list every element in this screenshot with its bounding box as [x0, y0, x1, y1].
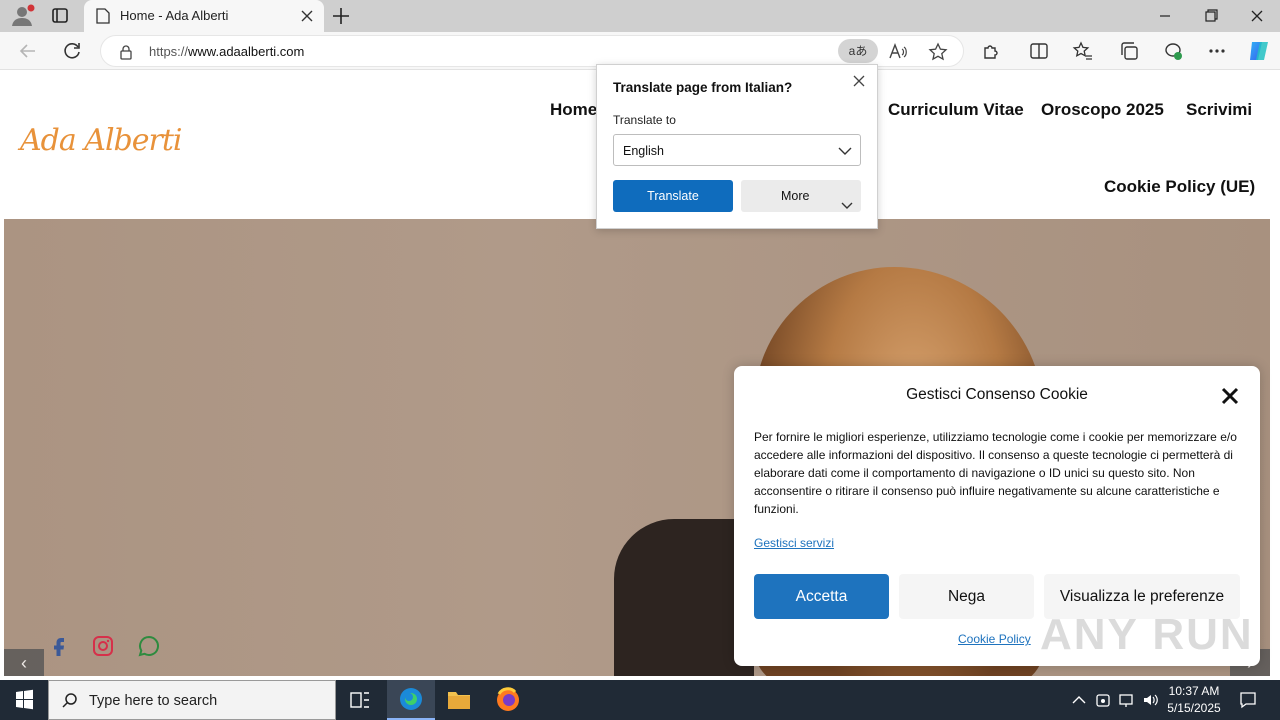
- translate-to-label: Translate to: [613, 113, 676, 127]
- minimize-icon[interactable]: [1142, 0, 1188, 32]
- clock-date: 5/15/2025: [1167, 701, 1221, 715]
- url-text[interactable]: https://www.adaalberti.com: [149, 44, 304, 59]
- browser-essentials-icon[interactable]: [1162, 40, 1184, 62]
- hero-photo-jacket: [614, 519, 754, 676]
- tab-actions-icon[interactable]: [48, 5, 72, 27]
- favorites-icon[interactable]: [1072, 40, 1094, 62]
- tab-title: Home - Ada Alberti: [120, 8, 229, 23]
- collections-icon[interactable]: [1118, 40, 1140, 62]
- taskbar-search[interactable]: Type here to search: [48, 680, 336, 720]
- more-button[interactable]: More: [741, 180, 861, 212]
- chevron-down-icon: [841, 191, 853, 209]
- close-window-icon[interactable]: [1234, 0, 1280, 32]
- watermark-text: ANY RUN: [1040, 610, 1254, 659]
- taskbar-clock[interactable]: 10:37 AM 5/15/2025: [1160, 683, 1228, 717]
- translate-popup: Translate page from Italian? Translate t…: [596, 64, 878, 229]
- browser-titlebar: Home - Ada Alberti: [0, 0, 1280, 32]
- notifications-icon[interactable]: [1238, 690, 1258, 710]
- windows-start-icon[interactable]: [0, 680, 48, 720]
- close-icon[interactable]: [851, 73, 867, 89]
- file-explorer-icon[interactable]: [435, 680, 483, 720]
- split-screen-icon[interactable]: [1028, 40, 1050, 62]
- nav-home[interactable]: Home: [550, 100, 597, 120]
- translate-icon[interactable]: aあ: [838, 39, 878, 63]
- accept-button[interactable]: Accetta: [754, 574, 889, 619]
- address-bar[interactable]: https://www.adaalberti.com aあ: [100, 35, 964, 67]
- show-hidden-icons-chevron-up-icon[interactable]: [1070, 691, 1088, 709]
- restore-icon[interactable]: [1188, 0, 1234, 32]
- target-language-select[interactable]: English: [613, 134, 861, 166]
- instagram-icon[interactable]: [92, 635, 114, 657]
- edge-taskbar-icon[interactable]: [387, 680, 435, 720]
- target-language-value: English: [623, 144, 664, 158]
- network-icon[interactable]: [1118, 691, 1136, 709]
- cookie-policy-link[interactable]: Cookie Policy: [958, 632, 1031, 646]
- cookie-dialog-text: Per fornire le migliori esperienze, util…: [754, 430, 1237, 516]
- extensions-icon[interactable]: [980, 40, 1002, 62]
- firefox-icon[interactable]: [484, 680, 532, 720]
- refresh-icon[interactable]: [60, 39, 84, 63]
- close-icon[interactable]: [1220, 386, 1240, 406]
- windows-taskbar: Type here to search 10:37 AM 5/15/2025: [0, 680, 1280, 720]
- manage-services-link[interactable]: Gestisci servizi: [754, 536, 834, 550]
- new-tab-icon[interactable]: [330, 5, 352, 27]
- task-view-icon[interactable]: [336, 680, 384, 720]
- more-button-label: More: [781, 189, 810, 203]
- more-menu-icon[interactable]: [1206, 40, 1228, 62]
- volume-icon[interactable]: [1142, 691, 1160, 709]
- site-logo[interactable]: Ada Alberti: [20, 123, 182, 158]
- nav-scrivimi[interactable]: Scrivimi: [1186, 100, 1252, 120]
- read-aloud-icon[interactable]: [887, 41, 909, 63]
- translate-button[interactable]: Translate: [613, 180, 733, 212]
- search-icon: [61, 692, 79, 710]
- security-tray-icon[interactable]: [1094, 691, 1112, 709]
- translate-popup-title: Translate page from Italian?: [613, 80, 793, 95]
- whatsapp-icon[interactable]: [138, 635, 160, 657]
- page-icon: [96, 8, 110, 24]
- favorite-star-icon[interactable]: [927, 41, 949, 63]
- nav-cookie-policy[interactable]: Cookie Policy (UE): [1104, 177, 1255, 197]
- deny-button[interactable]: Nega: [899, 574, 1034, 619]
- copilot-icon[interactable]: [1246, 38, 1272, 64]
- slider-prev-arrow[interactable]: ‹: [4, 649, 44, 676]
- nav-curriculum-vitae[interactable]: Curriculum Vitae: [888, 100, 1024, 120]
- browser-tab-active[interactable]: Home - Ada Alberti: [84, 0, 324, 32]
- chevron-down-icon: [838, 145, 852, 155]
- search-placeholder: Type here to search: [89, 693, 218, 709]
- close-tab-icon[interactable]: [298, 7, 316, 25]
- nav-oroscopo[interactable]: Oroscopo 2025: [1041, 100, 1164, 120]
- profile-icon[interactable]: [8, 4, 36, 28]
- back-icon[interactable]: [16, 39, 40, 63]
- lock-icon[interactable]: [119, 44, 133, 60]
- clock-time: 10:37 AM: [1168, 684, 1220, 698]
- cookie-dialog-title: Gestisci Consenso Cookie: [906, 386, 1088, 403]
- facebook-icon[interactable]: [48, 635, 70, 657]
